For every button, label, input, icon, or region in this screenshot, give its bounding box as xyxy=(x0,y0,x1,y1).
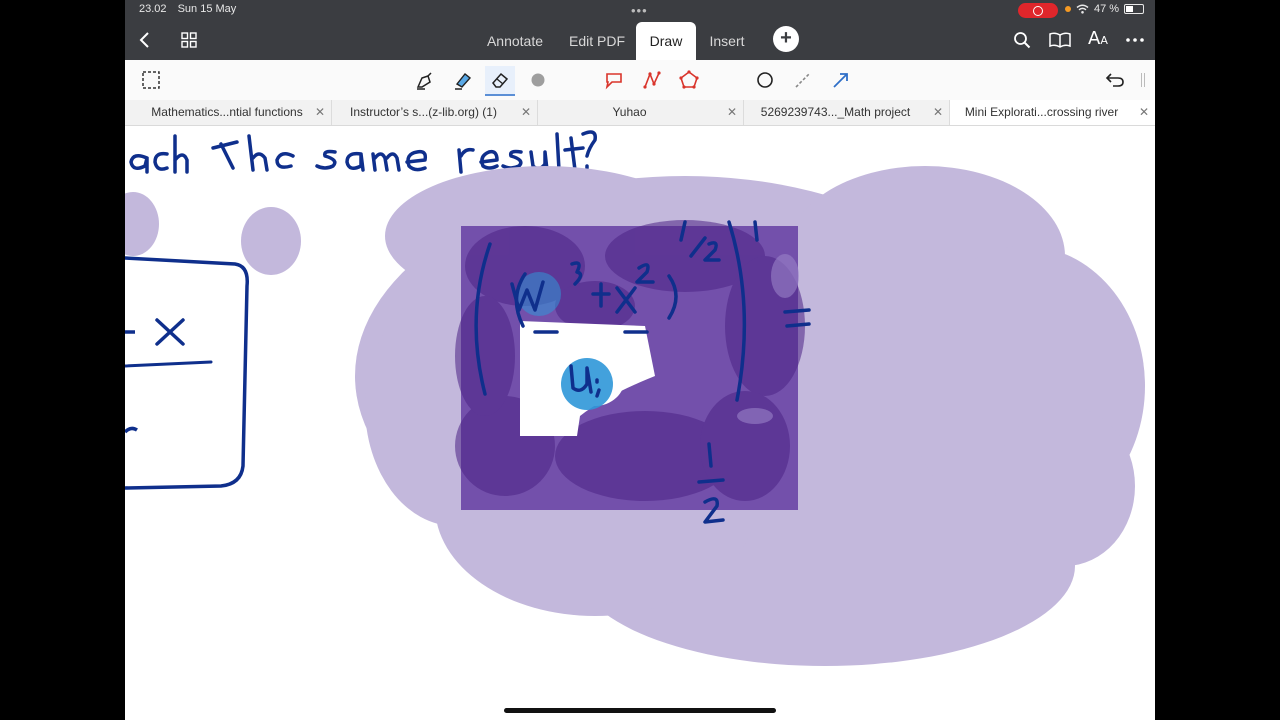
wifi-icon xyxy=(1076,4,1089,14)
pen-icon xyxy=(416,72,432,90)
left-annotations xyxy=(125,192,301,490)
mic-indicator-icon xyxy=(1065,6,1071,12)
tab-insert[interactable]: Insert xyxy=(699,22,755,60)
close-tab-icon[interactable]: ✕ xyxy=(313,100,327,124)
more-button[interactable] xyxy=(1122,28,1148,52)
doc-tab-label: Yuhao xyxy=(612,105,647,119)
status-time: 23.02 xyxy=(139,3,167,15)
color-dot-icon xyxy=(531,73,545,87)
add-button[interactable]: + xyxy=(773,26,799,52)
doc-tab-3[interactable]: Yuhao ✕ xyxy=(538,100,744,125)
doc-tab-label: Instructor’s s...(z-lib.org) (1) xyxy=(350,105,497,119)
close-tab-icon[interactable]: ✕ xyxy=(725,100,739,124)
document-tabs: Mathematics...ntial functions ✕ Instruct… xyxy=(125,100,1155,126)
arrow-icon xyxy=(833,73,848,88)
ellipse-tool[interactable] xyxy=(750,66,780,94)
pen-tool[interactable] xyxy=(410,66,440,94)
circle-icon xyxy=(757,72,773,88)
battery-percent: 47 % xyxy=(1094,3,1120,15)
screen-recording-indicator[interactable] xyxy=(1018,3,1058,18)
text-size-large: A xyxy=(1088,28,1101,49)
highlighter-icon xyxy=(455,73,472,90)
close-tab-icon[interactable]: ✕ xyxy=(1137,100,1151,124)
book-icon xyxy=(1049,32,1071,48)
close-tab-icon[interactable]: ✕ xyxy=(931,100,945,124)
status-bar-right: 47 % xyxy=(1065,3,1145,15)
callout-shape-icon xyxy=(605,73,622,90)
dashed-line-tool[interactable] xyxy=(788,66,818,94)
tab-draw[interactable]: Draw xyxy=(636,22,696,60)
shape-tool-polygon[interactable] xyxy=(674,66,704,94)
eraser-icon xyxy=(492,72,509,88)
multitask-dots[interactable]: ••• xyxy=(631,3,648,18)
polygon-icon xyxy=(679,70,699,89)
tab-annotate[interactable]: Annotate xyxy=(475,22,555,60)
tab-edit-pdf[interactable]: Edit PDF xyxy=(561,22,633,60)
polyline-icon xyxy=(643,71,661,89)
status-date: Sun 15 May xyxy=(177,3,237,15)
toolbar-drag-handle[interactable] xyxy=(1133,66,1153,94)
undo-icon xyxy=(1105,73,1124,87)
dark-scribble xyxy=(455,220,805,510)
text-size-small: A xyxy=(1100,34,1108,47)
doc-tab-label: Mini Explorati...crossing river xyxy=(964,105,1119,119)
grid-icon xyxy=(181,32,197,48)
doc-tab-label: Mathematics...ntial functions xyxy=(151,105,303,119)
reading-mode-button[interactable] xyxy=(1047,28,1073,52)
dashed-square-icon xyxy=(142,71,160,89)
app-window: 23.02 Sun 15 May ••• 47 % Annotate Edit … xyxy=(125,0,1155,720)
doc-tab-4[interactable]: 5269239743..._Math project ✕ xyxy=(744,100,950,125)
eraser-tool[interactable] xyxy=(485,66,515,96)
shape-tool-callout[interactable] xyxy=(598,66,628,94)
drawing-toolbar xyxy=(125,60,1155,101)
thumbnails-button[interactable] xyxy=(176,28,202,52)
ellipsis-icon xyxy=(1126,38,1144,42)
undo-button[interactable] xyxy=(1100,66,1130,94)
doc-tab-2[interactable]: Instructor’s s...(z-lib.org) (1) ✕ xyxy=(332,100,538,125)
back-button[interactable] xyxy=(132,28,158,52)
drawing-canvas[interactable] xyxy=(125,126,1155,720)
close-tab-icon[interactable]: ✕ xyxy=(519,100,533,124)
home-indicator[interactable] xyxy=(504,708,776,713)
status-bar-left: 23.02 Sun 15 May xyxy=(139,3,244,15)
handwriting-layer xyxy=(125,130,1145,666)
selection-tool[interactable] xyxy=(136,66,166,94)
arrow-tool[interactable] xyxy=(826,66,856,94)
chevron-left-icon xyxy=(139,32,149,48)
handwritten-heading xyxy=(129,130,597,174)
doc-tab-1[interactable]: Mathematics...ntial functions ✕ xyxy=(125,100,332,125)
color-picker[interactable] xyxy=(523,66,553,94)
doc-tab-label: 5269239743..._Math project xyxy=(760,105,911,119)
battery-icon xyxy=(1124,4,1145,14)
highlighter-tool[interactable] xyxy=(448,66,478,94)
search-icon xyxy=(1014,32,1031,49)
top-bar: 23.02 Sun 15 May ••• 47 % Annotate Edit … xyxy=(125,0,1155,60)
text-size-button[interactable]: AA xyxy=(1088,28,1108,49)
doc-tab-5[interactable]: Mini Explorati...crossing river ✕ xyxy=(950,100,1155,125)
dashed-line-icon xyxy=(795,72,811,88)
drag-handle-icon xyxy=(1141,73,1145,87)
search-button[interactable] xyxy=(1009,28,1035,52)
shape-tool-polyline[interactable] xyxy=(637,66,667,94)
